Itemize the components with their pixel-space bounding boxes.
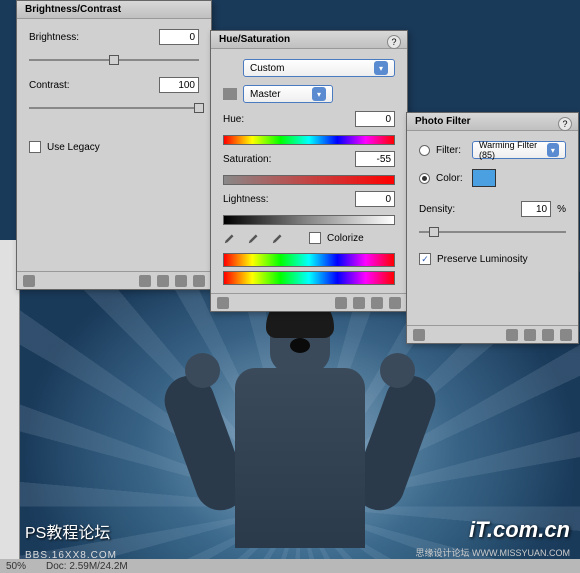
density-unit: %: [557, 204, 566, 215]
trash-icon[interactable]: [193, 275, 205, 287]
footer-icon[interactable]: [139, 275, 151, 287]
panel-title: Hue/Saturation: [211, 31, 407, 49]
density-input[interactable]: [521, 201, 551, 217]
density-slider[interactable]: [419, 225, 566, 239]
watermark-text: PS教程论坛: [25, 519, 110, 543]
preset-value: Custom: [250, 63, 284, 74]
filter-radio[interactable]: [419, 145, 430, 156]
density-label: Density:: [419, 204, 459, 215]
color-radio[interactable]: [419, 173, 430, 184]
saturation-label: Saturation:: [223, 154, 273, 165]
trash-icon[interactable]: [560, 329, 572, 341]
saturation-gradient[interactable]: [223, 175, 395, 185]
channel-value: Master: [250, 89, 281, 100]
lightness-gradient[interactable]: [223, 215, 395, 225]
help-icon[interactable]: ?: [558, 117, 572, 131]
eyedropper-minus-icon[interactable]: [271, 231, 285, 245]
preserve-luminosity-label: Preserve Luminosity: [437, 254, 528, 265]
filter-value: Warming Filter (85): [479, 140, 547, 160]
use-legacy-checkbox[interactable]: [29, 141, 41, 153]
color-label: Color:: [436, 173, 466, 184]
saturation-input[interactable]: [355, 151, 395, 167]
preset-dropdown[interactable]: Custom ▾: [243, 59, 395, 77]
footer-icon[interactable]: [371, 297, 383, 309]
use-legacy-label: Use Legacy: [47, 142, 100, 153]
filter-dropdown[interactable]: Warming Filter (85) ▾: [472, 141, 566, 159]
chevron-down-icon: ▾: [374, 61, 388, 75]
color-ramp-top: [223, 253, 395, 267]
brightness-input[interactable]: [159, 29, 199, 45]
brightness-slider[interactable]: [29, 53, 199, 67]
footer-icon[interactable]: [524, 329, 536, 341]
photo-filter-panel[interactable]: Photo Filter ? Filter: Warming Filter (8…: [406, 112, 579, 344]
hue-input[interactable]: [355, 111, 395, 127]
footer-icon[interactable]: [335, 297, 347, 309]
color-swatch[interactable]: [472, 169, 496, 187]
hue-gradient[interactable]: [223, 135, 395, 145]
panel-title: Brightness/Contrast: [17, 1, 211, 19]
zoom-level[interactable]: 50%: [6, 561, 26, 572]
brightness-label: Brightness:: [29, 32, 94, 43]
watermark-sub: 思缘设计论坛 WWW.MISSYUAN.COM: [416, 546, 571, 559]
filter-label: Filter:: [436, 145, 466, 156]
footer-icon[interactable]: [157, 275, 169, 287]
brightness-contrast-panel[interactable]: Brightness/Contrast Brightness: Contrast…: [16, 0, 212, 290]
hand-icon[interactable]: [223, 88, 237, 100]
lightness-label: Lightness:: [223, 194, 273, 205]
contrast-slider[interactable]: [29, 101, 199, 115]
footer-icon[interactable]: [175, 275, 187, 287]
eyedropper-plus-icon[interactable]: [247, 231, 261, 245]
doc-info: Doc: 2.59M/24.2M: [46, 561, 128, 572]
footer-icon[interactable]: [542, 329, 554, 341]
footer-icon[interactable]: [217, 297, 229, 309]
footer-icon[interactable]: [353, 297, 365, 309]
footer-icon[interactable]: [413, 329, 425, 341]
footer-icon[interactable]: [506, 329, 518, 341]
status-bar: 50% Doc: 2.59M/24.2M: [0, 559, 580, 573]
colorize-label: Colorize: [327, 233, 364, 244]
hue-saturation-panel[interactable]: Hue/Saturation ? Custom ▾ Master ▾ Hue: …: [210, 30, 408, 312]
contrast-input[interactable]: [159, 77, 199, 93]
chevron-down-icon: ▾: [312, 87, 326, 101]
color-ramp-bottom: [223, 271, 395, 285]
eyedropper-icon[interactable]: [223, 231, 237, 245]
preserve-luminosity-checkbox[interactable]: ✓: [419, 253, 431, 265]
trash-icon[interactable]: [389, 297, 401, 309]
chevron-down-icon: ▾: [547, 143, 559, 157]
footer-icon[interactable]: [23, 275, 35, 287]
lightness-input[interactable]: [355, 191, 395, 207]
panel-title: Photo Filter: [407, 113, 578, 131]
channel-dropdown[interactable]: Master ▾: [243, 85, 333, 103]
help-icon[interactable]: ?: [387, 35, 401, 49]
contrast-label: Contrast:: [29, 80, 94, 91]
watermark-logo: iT.com.cn: [469, 517, 570, 543]
figure-man: [170, 293, 430, 573]
hue-label: Hue:: [223, 114, 273, 125]
colorize-checkbox[interactable]: [309, 232, 321, 244]
